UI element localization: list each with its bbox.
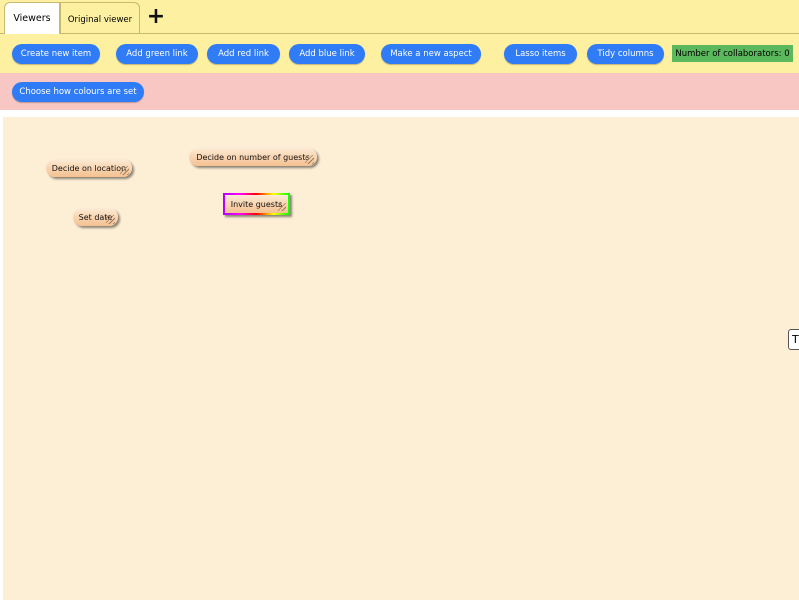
tab-viewers-label: Viewers <box>13 12 51 24</box>
side-panel-handle[interactable]: T <box>788 329 799 350</box>
tidy-columns-button[interactable]: Tidy columns <box>587 44 664 64</box>
resize-grip-icon[interactable] <box>305 155 314 164</box>
tab-underline <box>0 33 799 34</box>
side-panel-handle-label: T <box>792 333 799 346</box>
collaborators-badge: Number of collaborators: 0 <box>672 45 793 62</box>
tab-original-viewer[interactable]: Original viewer <box>60 2 140 33</box>
node-decide-on-location[interactable]: Decide on location <box>46 159 132 177</box>
add-blue-link-button[interactable]: Add blue link <box>289 44 365 64</box>
node-invite-guests[interactable]: Invite guests <box>223 193 290 215</box>
tab-original-viewer-label: Original viewer <box>67 14 133 25</box>
add-red-link-label: Add red link <box>218 49 269 59</box>
top-toolbar-band: Viewers Original viewer + Create new ite… <box>0 0 799 73</box>
create-new-item-button[interactable]: Create new item <box>12 44 100 64</box>
add-red-link-button[interactable]: Add red link <box>207 44 280 64</box>
create-new-item-label: Create new item <box>20 49 92 59</box>
make-new-aspect-label: Make a new aspect <box>390 49 472 59</box>
add-tab-button[interactable]: + <box>145 2 167 30</box>
node-set-date[interactable]: Set date <box>73 208 118 226</box>
tab-underline-gap <box>5 33 59 34</box>
tidy-columns-label: Tidy columns <box>597 49 654 59</box>
node-decide-on-number-of-guests[interactable]: Decide on number of guests <box>189 148 317 166</box>
collaborators-count: Number of collaborators: 0 <box>675 48 790 59</box>
tab-viewers[interactable]: Viewers <box>4 2 60 33</box>
choose-colours-button[interactable]: Choose how colours are set <box>12 82 144 102</box>
add-blue-link-label: Add blue link <box>299 49 355 59</box>
node-invite-guests-body: Invite guests <box>225 195 288 213</box>
node-label: Decide on location <box>51 163 127 173</box>
lasso-items-label: Lasso items <box>515 49 566 59</box>
resize-grip-icon[interactable] <box>106 215 115 224</box>
lasso-items-button[interactable]: Lasso items <box>504 44 577 64</box>
node-label: Decide on number of guests <box>196 152 310 162</box>
choose-colours-label: Choose how colours are set <box>19 87 137 97</box>
node-label: Invite guests <box>230 199 283 209</box>
resize-grip-icon[interactable] <box>278 203 286 211</box>
add-green-link-label: Add green link <box>126 49 188 59</box>
diagram-canvas[interactable] <box>3 117 799 600</box>
add-green-link-button[interactable]: Add green link <box>116 44 198 64</box>
resize-grip-icon[interactable] <box>120 166 129 175</box>
make-new-aspect-button[interactable]: Make a new aspect <box>381 44 481 64</box>
plus-icon: + <box>146 3 166 29</box>
